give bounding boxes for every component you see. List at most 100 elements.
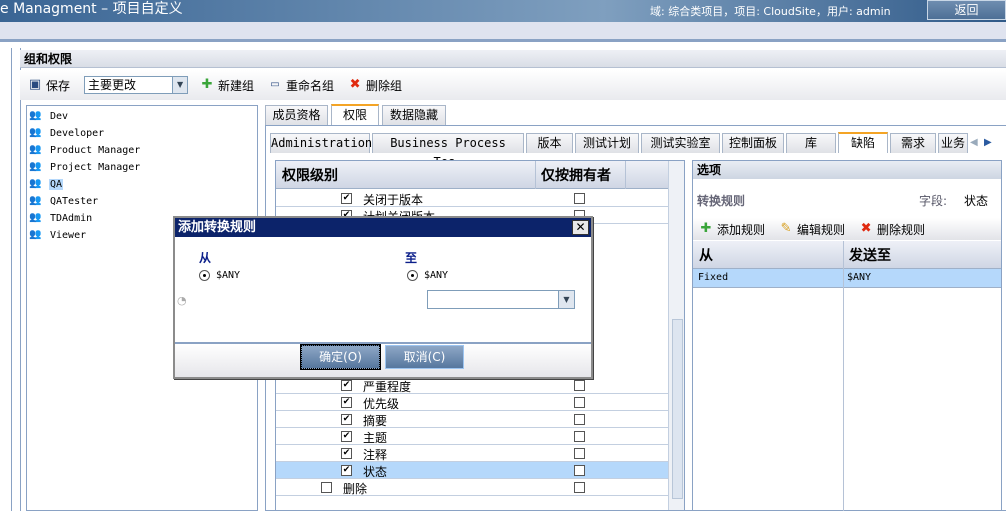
group-item-selected[interactable]: 👥 QA (27, 176, 257, 193)
delete-icon: ✖ (349, 77, 361, 92)
to-select[interactable]: ▼ (427, 290, 575, 309)
table-row[interactable]: ✔ 优先级 (276, 394, 668, 411)
delete-group-label: 删除组 (366, 78, 403, 93)
tab-membership[interactable]: 成员资格 (265, 105, 328, 125)
group-icon: 👥 (29, 143, 42, 155)
owner-checkbox[interactable] (574, 482, 585, 493)
tab-permissions[interactable]: 权限 (331, 104, 379, 125)
plus-icon: ✚ (201, 77, 213, 92)
module-tab-requirements[interactable]: 需求 (890, 133, 936, 153)
owner-checkbox[interactable] (574, 380, 585, 391)
add-rule-label: 添加规则 (717, 222, 766, 237)
group-name: Developer (50, 128, 105, 139)
options-panel: 选项 转换规则 字段: 状态 ✚ 添加规则 ✎ 编辑规则 ✖ 删除规则 从 发送至 F… (692, 160, 1002, 511)
row-label: 主题 (363, 431, 388, 445)
row-label: 摘要 (363, 414, 388, 428)
group-name: Dev (50, 111, 69, 122)
change-mode-select[interactable]: 主要更改 ▼ (84, 76, 189, 94)
toolbar: ▣ 保存 主要更改 ▼ ✚ 新建组 ▭ 重命名组 ✖ 删除组 (20, 70, 1006, 100)
group-name: TDAdmin (50, 213, 93, 224)
module-tab-releases[interactable]: 版本 (526, 133, 573, 153)
field-label: 字段: (919, 194, 948, 208)
dialog-title: 添加转换规则 (175, 218, 591, 237)
checkbox[interactable]: ✔ (341, 380, 352, 391)
owner-checkbox[interactable] (574, 193, 585, 204)
col-owner-only: 仅按拥有者 (541, 168, 611, 184)
collapsed-side-panel[interactable] (0, 48, 12, 511)
back-button[interactable]: 返回 (927, 0, 1006, 20)
group-item[interactable]: 👥 Project Manager (27, 159, 257, 176)
nav-band (0, 22, 1006, 42)
table-row[interactable]: 删除 (276, 479, 668, 496)
group-item[interactable]: 👥 Dev (27, 108, 257, 125)
cancel-button[interactable]: 取消(C) (385, 345, 464, 369)
edit-rule-button[interactable]: ✎ 编辑规则 (779, 221, 845, 238)
rename-group-button[interactable]: ▭ 重命名组 (268, 77, 334, 94)
table-row[interactable]: ✔ 严重程度 (276, 377, 668, 394)
table-row[interactable]: ✔ 主题 (276, 428, 668, 445)
group-name: Project Manager (50, 162, 141, 173)
checkbox[interactable]: ✔ (341, 448, 352, 459)
table-row[interactable]: ✔ 关闭于版本 (276, 190, 668, 207)
row-label: 删除 (343, 482, 368, 496)
owner-checkbox[interactable] (574, 397, 585, 408)
owner-checkbox[interactable] (574, 414, 585, 425)
add-rule-button[interactable]: ✚ 添加规则 (699, 221, 765, 238)
group-icon: 👥 (29, 177, 42, 189)
chevron-down-icon[interactable]: ▼ (172, 77, 188, 93)
scroll-thumb[interactable] (672, 319, 683, 499)
module-tab-business[interactable]: 业务 (938, 133, 968, 153)
row-label: 状态 (363, 465, 388, 479)
tab-scroll-left-icon[interactable]: ◀ (970, 137, 978, 148)
checkbox[interactable]: ✔ (341, 431, 352, 442)
owner-checkbox[interactable] (574, 448, 585, 459)
owner-checkbox[interactable] (574, 431, 585, 442)
group-item[interactable]: 👥 Developer (27, 125, 257, 142)
mode-value: 主要更改 (88, 78, 137, 92)
row-label: 注释 (363, 448, 388, 462)
chevron-down-icon[interactable]: ▼ (558, 291, 574, 308)
delete-group-button[interactable]: ✖ 删除组 (348, 77, 402, 94)
table-header: 权限级别 仅按拥有者 (276, 161, 668, 189)
checkbox[interactable]: ✔ (341, 465, 352, 476)
module-tab-dashboard[interactable]: 控制面板 (722, 133, 784, 153)
group-icon: 👥 (29, 160, 42, 172)
row-label: 优先级 (363, 397, 400, 411)
loading-spinner-icon: ◔ (177, 294, 187, 307)
rename-group-label: 重命名组 (286, 78, 335, 93)
delete-rule-button[interactable]: ✖ 删除规则 (859, 221, 925, 238)
table-row-selected[interactable]: ✔ 状态 (276, 462, 668, 479)
table-row[interactable]: ✔ 摘要 (276, 411, 668, 428)
checkbox[interactable]: ✔ (341, 414, 352, 425)
vertical-scrollbar[interactable] (668, 161, 684, 510)
ok-button[interactable]: 确定(O) (300, 344, 381, 370)
owner-checkbox[interactable] (574, 465, 585, 476)
table-row[interactable]: ✔ 注释 (276, 445, 668, 462)
from-label: 从 (199, 251, 212, 265)
group-item[interactable]: 👥 Product Manager (27, 142, 257, 159)
checkbox[interactable] (321, 482, 332, 493)
module-tab-administration[interactable]: Administration (270, 133, 372, 153)
close-icon[interactable]: ✕ (572, 220, 589, 235)
to-radio[interactable] (407, 270, 418, 281)
rules-label: 转换规则 (697, 194, 746, 208)
options-title: 选项 (693, 161, 1001, 179)
group-icon: 👥 (29, 228, 42, 240)
new-group-button[interactable]: ✚ 新建组 (200, 77, 254, 94)
checkbox[interactable]: ✔ (341, 193, 352, 204)
module-tab-defects[interactable]: 缺陷 (838, 132, 888, 153)
to-value: $ANY (424, 270, 449, 281)
module-tab-test-plan[interactable]: 测试计划 (575, 133, 639, 153)
rules-row[interactable]: Fixed $ANY (693, 269, 1001, 288)
from-radio[interactable] (199, 270, 210, 281)
tab-data-hiding[interactable]: 数据隐藏 (382, 105, 446, 125)
context-info: 域: 综合类项目，项目: CloudSite，用户: admin (650, 5, 891, 18)
module-tab-bpt[interactable]: Business Process Tes… (372, 133, 524, 169)
module-tab-library[interactable]: 库 (786, 133, 836, 153)
module-tab-test-lab[interactable]: 测试实验室 (641, 133, 720, 153)
checkbox[interactable]: ✔ (341, 397, 352, 408)
dialog-footer (175, 342, 591, 377)
save-button[interactable]: ▣ 保存 (28, 77, 70, 94)
tab-scroll-right-icon[interactable]: ▶ (984, 137, 992, 148)
group-item[interactable]: 👥 QATester (27, 193, 257, 210)
